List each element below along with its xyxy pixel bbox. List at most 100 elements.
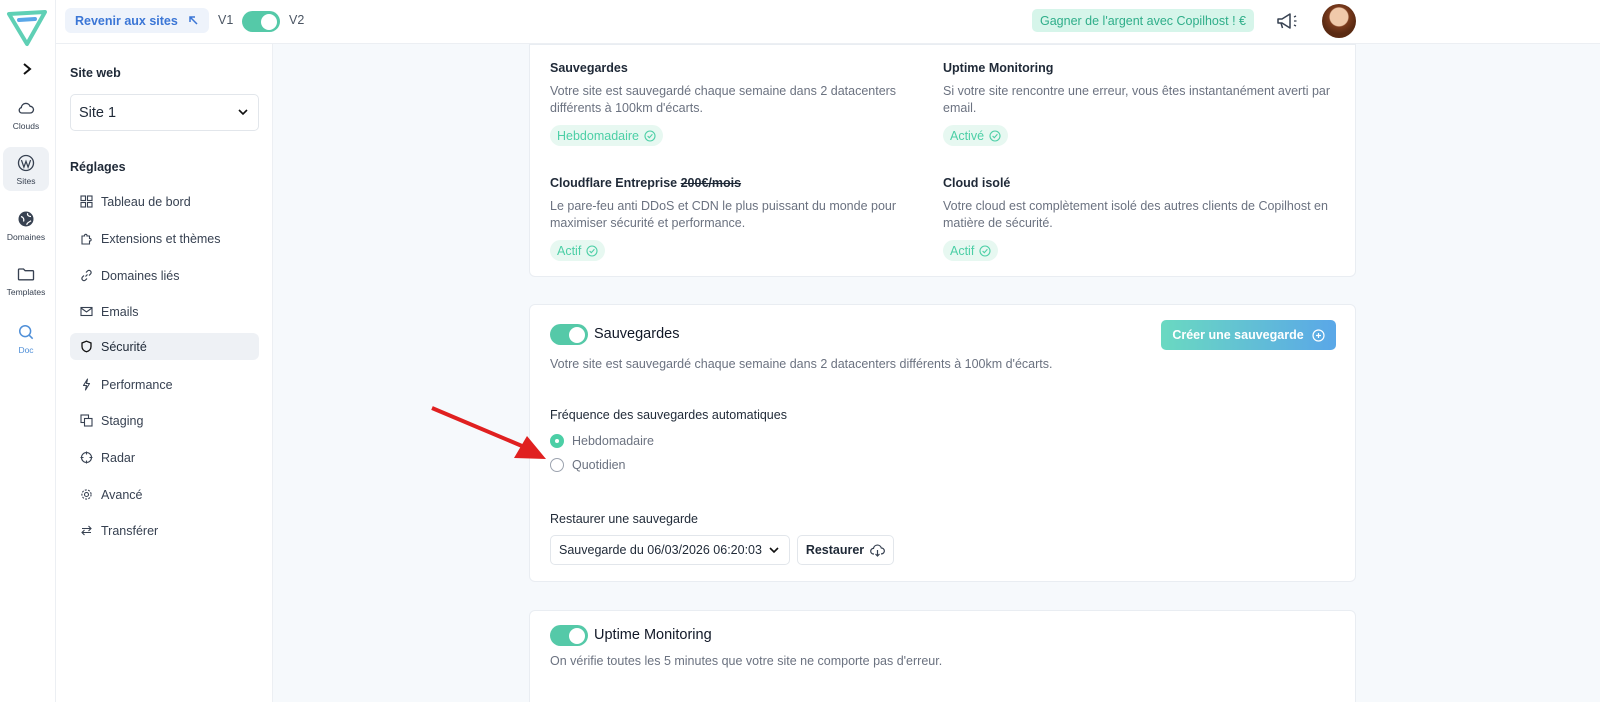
sidebar-item-label: Sécurité xyxy=(101,339,147,354)
wordpress-icon xyxy=(17,154,35,171)
feature-isolated-title: Cloud isolé xyxy=(943,176,1011,190)
badge-label: Hebdomadaire xyxy=(557,128,639,143)
backups-section: Sauvegardes Créer une sauvegarde Votre s… xyxy=(529,304,1356,582)
back-to-sites-button[interactable]: Revenir aux sites xyxy=(65,8,209,33)
sidebar-item-staging[interactable]: Staging xyxy=(70,407,259,434)
radio-checked[interactable] xyxy=(550,434,564,448)
sidebar-item-label: Tableau de bord xyxy=(101,194,191,209)
frequency-label: Fréquence des sauvegardes automatiques xyxy=(550,408,787,422)
sidebar-item-label: Radar xyxy=(101,450,136,465)
uptime-section: Uptime Monitoring On vérifie toutes les … xyxy=(529,610,1356,702)
rail-item-clouds[interactable]: Clouds xyxy=(3,92,49,136)
status-badge: Actif xyxy=(550,240,606,261)
check-circle-icon xyxy=(979,244,991,257)
sidebar-item-label: Avancé xyxy=(101,487,143,502)
restore-button[interactable]: Restaurer xyxy=(797,535,894,565)
copy-icon xyxy=(80,414,93,427)
sidebar-item-label: Extensions et thèmes xyxy=(101,231,221,246)
rail-item-doc[interactable]: Doc xyxy=(3,316,49,360)
dashboard-icon xyxy=(80,195,93,208)
sidebar-item-linked-domains[interactable]: Domaines liés xyxy=(70,262,259,289)
sidebar-item-security[interactable]: Sécurité xyxy=(70,333,259,360)
site-select[interactable]: Site 1 xyxy=(70,94,259,131)
create-backup-button[interactable]: Créer une sauvegarde xyxy=(1161,320,1336,350)
settings-heading: Réglages xyxy=(70,160,126,174)
radio-label: Hebdomadaire xyxy=(572,434,654,448)
megaphone-icon[interactable] xyxy=(1274,9,1300,33)
check-circle-icon xyxy=(989,129,1001,142)
status-badge: Hebdomadaire xyxy=(550,125,663,146)
uptime-toggle[interactable] xyxy=(550,625,588,646)
back-label: Revenir aux sites xyxy=(75,13,178,28)
cloud-download-icon xyxy=(870,544,886,557)
sidebar-item-emails[interactable]: Emails xyxy=(70,298,259,325)
sidebar-item-radar[interactable]: Radar xyxy=(70,444,259,471)
rail-item-domaines[interactable]: Domaines xyxy=(3,203,49,247)
status-badge: Actif xyxy=(943,240,999,261)
restore-heading: Restaurer une sauvegarde xyxy=(550,512,699,526)
feature-isolated-desc: Votre cloud est complètement isolé des a… xyxy=(943,199,1328,230)
puzzle-icon xyxy=(81,233,92,245)
feature-backups-title: Sauvegardes xyxy=(550,61,628,75)
feature-backups-desc: Votre site est sauvegardé chaque semaine… xyxy=(550,84,897,115)
plus-circle-icon xyxy=(1312,328,1325,342)
bolt-icon xyxy=(82,378,91,391)
badge-label: Activé xyxy=(950,128,985,143)
version-v2-label: V2 xyxy=(289,13,305,27)
transfer-icon xyxy=(81,525,92,536)
site-select-value: Site 1 xyxy=(79,104,117,121)
link-icon xyxy=(81,269,92,282)
affiliate-button[interactable]: Gagner de l'argent avec Copilhost ! € xyxy=(1032,9,1254,32)
site-heading: Site web xyxy=(70,66,121,80)
backups-section-title: Sauvegardes xyxy=(594,326,680,342)
radio-unchecked[interactable] xyxy=(550,458,564,472)
version-toggle[interactable] xyxy=(242,11,280,32)
globe-icon xyxy=(18,211,34,226)
rail-item-templates[interactable]: Templates xyxy=(3,258,49,302)
backups-section-desc: Votre site est sauvegardé chaque semaine… xyxy=(550,357,1053,371)
arrow-up-left-icon xyxy=(189,16,198,25)
rail-label: Domaines xyxy=(6,231,46,242)
chevron-right-icon xyxy=(23,63,32,75)
badge-label: Actif xyxy=(950,243,975,258)
feature-uptime-title: Uptime Monitoring xyxy=(943,61,1054,75)
sidebar-item-performance[interactable]: Performance xyxy=(70,371,259,398)
mail-icon xyxy=(80,306,93,317)
backup-select-value: Sauvegarde du 06/03/2026 06:20:03 xyxy=(559,543,762,557)
logo-icon[interactable] xyxy=(5,8,49,48)
sidebar-item-transfer[interactable]: Transférer xyxy=(70,517,259,544)
check-circle-icon xyxy=(586,244,598,257)
sidebar-item-label: Domaines liés xyxy=(101,268,180,283)
backups-toggle[interactable] xyxy=(550,324,588,345)
frequency-option-daily[interactable]: Quotidien xyxy=(550,458,626,472)
expand-rail-button[interactable] xyxy=(16,58,38,80)
top-bar: Revenir aux sites V1 V2 Gagner de l'arge… xyxy=(56,0,1600,44)
sidebar-item-advanced[interactable]: Avancé xyxy=(70,481,259,508)
search-icon xyxy=(19,324,34,339)
feature-uptime-desc: Si votre site rencontre une erreur, vous… xyxy=(943,84,1331,115)
user-avatar[interactable] xyxy=(1322,4,1356,38)
uptime-section-desc: On vérifie toutes les 5 minutes que votr… xyxy=(550,654,943,668)
sidebar-item-label: Transférer xyxy=(101,523,159,538)
security-features-card: Sauvegardes Votre site est sauvegardé ch… xyxy=(529,44,1356,277)
cloud-icon xyxy=(18,102,35,114)
chevron-down-icon xyxy=(238,109,248,116)
frequency-option-weekly[interactable]: Hebdomadaire xyxy=(550,434,654,448)
badge-label: Actif xyxy=(557,243,582,258)
backup-select[interactable]: Sauvegarde du 06/03/2026 06:20:03 xyxy=(550,535,790,565)
icon-rail: Clouds Sites Domaines Templates Doc xyxy=(0,0,56,702)
rail-label: Sites xyxy=(16,175,36,186)
rail-label: Templates xyxy=(6,286,46,297)
settings-sidebar: Site web Site 1 Réglages Tableau de bord… xyxy=(56,44,273,702)
uptime-section-title: Uptime Monitoring xyxy=(594,627,712,643)
chevron-down-icon xyxy=(769,546,779,553)
restore-label: Restaurer xyxy=(805,543,865,557)
rail-label: Clouds xyxy=(12,120,40,131)
sidebar-item-extensions[interactable]: Extensions et thèmes xyxy=(70,225,259,252)
crosshair-icon xyxy=(80,451,93,464)
annotation-arrow-icon xyxy=(431,406,546,459)
feature-cloudflare-desc: Le pare-feu anti DDoS et CDN le plus pui… xyxy=(550,199,897,230)
rail-label: Doc xyxy=(18,344,34,355)
rail-item-sites[interactable]: Sites xyxy=(3,147,49,191)
sidebar-item-dashboard[interactable]: Tableau de bord xyxy=(70,188,259,215)
